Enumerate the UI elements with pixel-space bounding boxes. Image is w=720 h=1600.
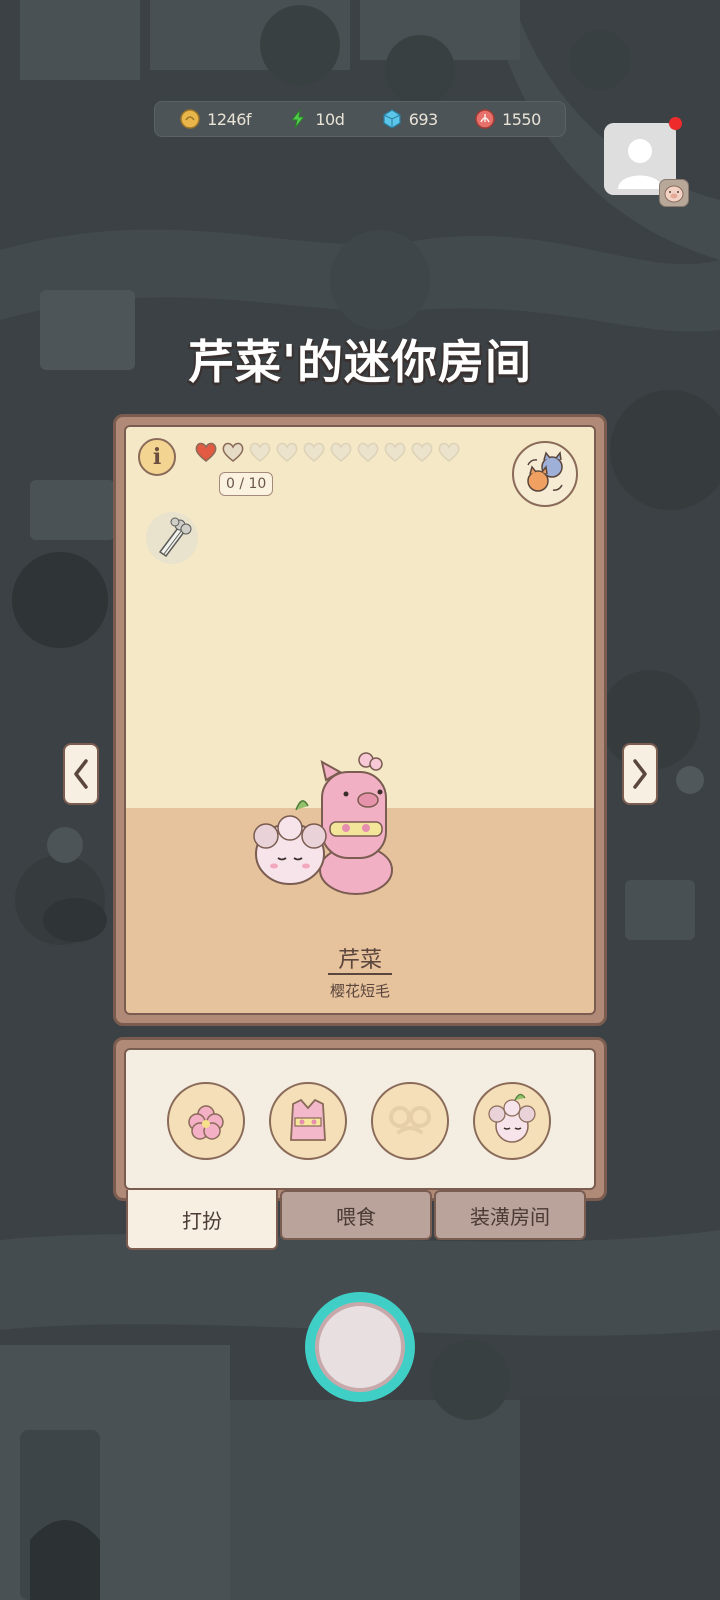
sheep-hat-icon bbox=[488, 1093, 536, 1143]
slot-outfit[interactable] bbox=[269, 1082, 347, 1160]
heart-filled-icon bbox=[195, 442, 217, 462]
tab-decorate-room[interactable]: 装潢房间 bbox=[434, 1190, 586, 1240]
heart-empty-icon bbox=[411, 442, 433, 462]
capture-button-inner bbox=[315, 1302, 405, 1392]
heart-empty-icon bbox=[303, 442, 325, 462]
energy-counter[interactable]: 10d bbox=[287, 108, 345, 130]
chevron-left-icon bbox=[74, 759, 88, 789]
heart-empty-icon bbox=[438, 442, 460, 462]
tab-dress-up[interactable]: 打扮 bbox=[126, 1190, 278, 1250]
pet-name-underline bbox=[328, 973, 392, 975]
outfit-icon bbox=[290, 1098, 326, 1141]
heart-empty-icon bbox=[222, 442, 244, 462]
pet-badge-icon[interactable] bbox=[659, 179, 689, 207]
heart-empty-icon bbox=[276, 442, 298, 462]
shell-counter[interactable]: 1550 bbox=[474, 108, 541, 130]
glasses-icon bbox=[389, 1106, 431, 1134]
coin-icon bbox=[180, 109, 200, 129]
celery-icon bbox=[158, 517, 192, 558]
heart-empty-icon bbox=[330, 442, 352, 462]
heart-empty-icon bbox=[249, 442, 271, 462]
energy-icon bbox=[291, 108, 306, 129]
pet-breed: 樱花短毛 bbox=[329, 982, 390, 1000]
coin-value: 1246f bbox=[207, 109, 252, 129]
info-icon: i bbox=[152, 444, 162, 470]
energy-value: 10d bbox=[315, 109, 345, 129]
next-pet-button[interactable] bbox=[622, 743, 658, 805]
chevron-right-icon bbox=[633, 759, 647, 789]
switch-pet-button[interactable] bbox=[512, 441, 578, 507]
shell-icon bbox=[475, 109, 495, 129]
gem-counter[interactable]: 693 bbox=[381, 108, 438, 130]
pet-characters[interactable] bbox=[248, 752, 408, 898]
slot-glasses[interactable] bbox=[371, 1082, 449, 1160]
affection-hearts bbox=[193, 441, 462, 463]
pig-and-sheep-icon bbox=[253, 752, 393, 895]
gem-icon bbox=[383, 109, 401, 129]
cats-swap-icon bbox=[527, 451, 563, 492]
info-button[interactable]: i bbox=[138, 438, 176, 476]
room-title: 芹菜'的迷你房间 bbox=[187, 335, 533, 389]
slot-sakura[interactable] bbox=[167, 1082, 245, 1160]
previous-pet-button[interactable] bbox=[63, 743, 99, 805]
celery-badge[interactable] bbox=[146, 512, 198, 564]
sakura-icon bbox=[188, 1105, 224, 1140]
pet-name: 芹菜 bbox=[337, 948, 382, 973]
shell-value: 1550 bbox=[502, 109, 541, 129]
tab-feed[interactable]: 喂食 bbox=[280, 1190, 432, 1240]
pig-face-icon bbox=[664, 185, 684, 203]
affection-progress: 0 / 10 bbox=[219, 472, 274, 496]
resource-bar: 1246f 10d 693 1550 bbox=[154, 101, 566, 137]
slot-sheep-hat[interactable] bbox=[473, 1082, 551, 1160]
coin-counter[interactable]: 1246f bbox=[179, 108, 252, 130]
gem-value: 693 bbox=[408, 109, 439, 129]
capture-button[interactable] bbox=[305, 1292, 415, 1402]
heart-empty-icon bbox=[357, 442, 379, 462]
notification-dot bbox=[669, 117, 682, 130]
heart-empty-icon bbox=[384, 442, 406, 462]
